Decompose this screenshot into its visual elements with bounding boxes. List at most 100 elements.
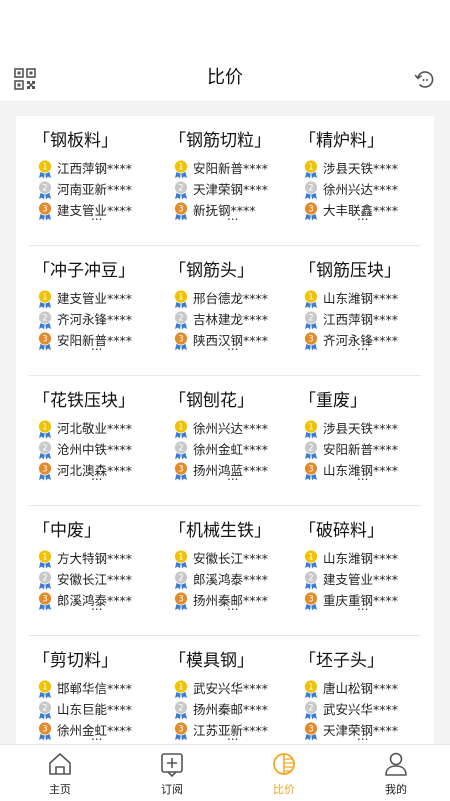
category-row: 「钢板料」 1 江西萍钢**** 2 河南亚新**** 3 建支管业**** .… [29,116,421,246]
tab-profile[interactable]: 我的 [340,745,450,801]
silver-medal-icon: 2 [38,570,52,590]
category-cell[interactable]: 「钢板料」 1 江西萍钢**** 2 河南亚新**** 3 建支管业**** .… [33,116,163,245]
rank-item: 2 安徽长江**** [37,570,167,590]
svg-text:2: 2 [308,314,313,324]
gold-medal-icon: 1 [38,289,52,309]
category-title: 「机械生铁」 [169,521,271,541]
app-header: 比价 [0,0,450,101]
category-row: 「中废」 1 方大特钢**** 2 安徽长江**** 3 郎溪鸿泰**** ..… [29,506,421,636]
category-cell[interactable]: 「精炉料」 1 涉县天铁**** 2 徐州兴达**** 3 大丰联鑫**** .… [299,116,429,245]
bronze-medal-icon: 3 [304,331,318,351]
company-name: 徐州兴达**** [193,421,269,436]
category-title: 「重废」 [299,391,367,411]
category-cell[interactable]: 「钢筋压块」 1 山东潍钢**** 2 江西萍钢**** 3 齐河永锋**** … [299,246,429,375]
bronze-medal-icon: 3 [38,591,52,611]
bronze-medal-icon: 3 [304,591,318,611]
category-cell[interactable]: 「剪切料」 1 邯郸华信**** 2 山东巨能**** 3 徐州金虹**** .… [33,636,163,744]
rank-item: 1 武安兴华**** [173,679,303,699]
more-indicator[interactable]: ... [357,729,368,743]
bronze-medal-icon: 3 [304,461,318,481]
category-cell[interactable]: 「坯子头」 1 唐山松钢**** 2 武安兴华**** 3 天津荣钢**** .… [299,636,429,744]
category-cell[interactable]: 「花铁压块」 1 河北敬业**** 2 沧州中铁**** 3 河北澳森**** … [33,376,163,505]
category-cell[interactable]: 「重废」 1 涉县天铁**** 2 安阳新普**** 3 山东潍钢**** ..… [299,376,429,505]
svg-text:3: 3 [178,335,183,345]
company-name: 武安兴华**** [323,702,399,717]
tab-subscribe[interactable]: 订阅 [116,745,228,801]
silver-medal-icon: 2 [174,440,188,460]
gold-medal-icon: 1 [38,419,52,439]
svg-text:2: 2 [178,704,183,714]
tab-label-compare: 比价 [273,783,295,796]
tab-compare[interactable]: 比价 [228,745,340,801]
gold-medal-icon: 1 [38,549,52,569]
content-area[interactable]: 「钢板料」 1 江西萍钢**** 2 河南亚新**** 3 建支管业**** .… [0,101,450,744]
silver-medal-icon: 2 [38,180,52,200]
category-title: 「冲子冲豆」 [33,261,135,281]
tab-home[interactable]: 主页 [4,745,116,801]
more-indicator[interactable]: ... [227,209,238,223]
company-name: 方大特钢**** [57,551,133,566]
bronze-medal-icon: 3 [38,461,52,481]
category-cell[interactable]: 「机械生铁」 1 安徽长江**** 2 郎溪鸿泰**** 3 扬州秦邮**** … [169,506,299,635]
silver-medal-icon: 2 [304,310,318,330]
company-name: 徐州兴达**** [323,182,399,197]
more-indicator[interactable]: ... [91,729,102,743]
rank-item: 1 涉县天铁**** [303,419,433,439]
svg-text:3: 3 [308,595,313,605]
company-name: 江西萍钢**** [57,161,133,176]
category-cell[interactable]: 「钢刨花」 1 徐州兴达**** 2 徐州金虹**** 3 扬州鸿蓝**** .… [169,376,299,505]
refresh-icon[interactable] [414,68,436,90]
more-indicator[interactable]: ... [91,209,102,223]
svg-text:3: 3 [42,725,47,735]
bronze-medal-icon: 3 [174,721,188,741]
more-indicator[interactable]: ... [357,599,368,613]
category-cell[interactable]: 「中废」 1 方大特钢**** 2 安徽长江**** 3 郎溪鸿泰**** ..… [33,506,163,635]
tab-bar: 主页 订阅 比价 我的 [0,744,450,801]
category-cell[interactable]: 「模具钢」 1 武安兴华**** 2 扬州秦邮**** 3 江苏亚新**** .… [169,636,299,744]
more-indicator[interactable]: ... [227,339,238,353]
more-indicator[interactable]: ... [357,339,368,353]
home-icon [49,753,71,775]
silver-medal-icon: 2 [38,700,52,720]
svg-text:1: 1 [308,293,313,303]
more-indicator[interactable]: ... [227,599,238,613]
category-cell[interactable]: 「钢筋切粒」 1 安阳新普**** 2 天津荣钢**** 3 新抚钢**** .… [169,116,299,245]
company-name: 建支管业**** [57,291,133,306]
category-cell[interactable]: 「钢筋头」 1 邢台德龙**** 2 吉林建龙**** 3 陕西汉钢**** .… [169,246,299,375]
category-title: 「钢刨花」 [169,391,254,411]
company-name: 齐河永锋**** [57,312,133,327]
category-cell[interactable]: 「破碎料」 1 山东潍钢**** 2 建支管业**** 3 重庆重钢**** .… [299,506,429,635]
category-row: 「冲子冲豆」 1 建支管业**** 2 齐河永锋**** 3 安阳新普**** … [29,246,421,376]
bronze-medal-icon: 3 [38,721,52,741]
company-name: 涉县天铁**** [323,161,399,176]
company-name: 天津荣钢**** [193,182,269,197]
svg-text:3: 3 [308,465,313,475]
company-name: 新抚钢**** [193,203,256,218]
more-indicator[interactable]: ... [357,469,368,483]
rank-item: 2 安阳新普**** [303,440,433,460]
silver-medal-icon: 2 [174,180,188,200]
category-title: 「钢筋切粒」 [169,131,271,151]
svg-text:1: 1 [42,553,47,563]
company-name: 安徽长江**** [193,551,269,566]
company-name: 徐州金虹**** [193,442,269,457]
svg-text:1: 1 [42,423,47,433]
more-indicator[interactable]: ... [91,599,102,613]
category-title: 「中废」 [33,521,101,541]
more-indicator[interactable]: ... [227,469,238,483]
svg-text:3: 3 [308,725,313,735]
category-title: 「花铁压块」 [33,391,135,411]
company-name: 唐山松钢**** [323,681,399,696]
more-indicator[interactable]: ... [91,469,102,483]
category-cell[interactable]: 「冲子冲豆」 1 建支管业**** 2 齐河永锋**** 3 安阳新普**** … [33,246,163,375]
svg-text:2: 2 [42,444,47,454]
more-indicator[interactable]: ... [91,339,102,353]
company-name: 江西萍钢**** [323,312,399,327]
silver-medal-icon: 2 [38,440,52,460]
more-indicator[interactable]: ... [357,209,368,223]
company-name: 安阳新普**** [323,442,399,457]
rank-item: 1 山东潍钢**** [303,549,433,569]
company-name: 郎溪鸿泰**** [193,572,269,587]
svg-text:2: 2 [308,574,313,584]
more-indicator[interactable]: ... [227,729,238,743]
